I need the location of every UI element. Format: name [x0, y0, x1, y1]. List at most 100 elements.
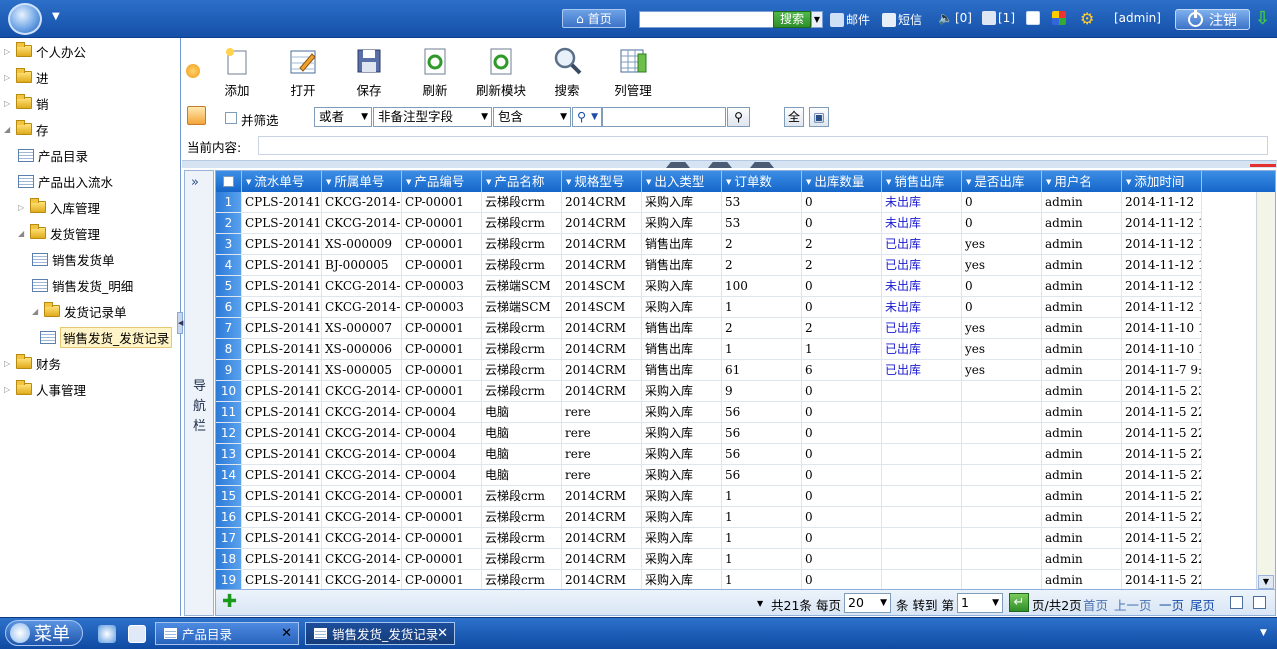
sort-triangle-icon[interactable]: ▼: [886, 178, 891, 186]
sidebar-item[interactable]: 销售发货_明细: [32, 275, 133, 295]
select-all-button[interactable]: 全: [784, 107, 804, 127]
save-button[interactable]: 保存: [339, 46, 399, 99]
sort-triangle-icon[interactable]: ▼: [486, 178, 491, 186]
page-select[interactable]: 1 ▼: [957, 593, 1003, 613]
column-header[interactable]: ▼ 所属单号: [322, 171, 402, 192]
chevron-down-icon[interactable]: ▼: [52, 11, 60, 22]
sound-button[interactable]: 🔈 [0]: [938, 11, 972, 25]
sort-triangle-icon[interactable]: ▼: [566, 178, 571, 186]
sort-triangle-icon[interactable]: ▼: [646, 178, 651, 186]
sidebar-item[interactable]: ▷ 人事管理: [4, 379, 86, 399]
splitter-tab[interactable]: [750, 162, 774, 168]
chevron-down-icon[interactable]: ▼: [1260, 628, 1267, 638]
layout-grid-icon[interactable]: [1253, 596, 1266, 609]
filter-search-button[interactable]: ⚲: [727, 107, 750, 127]
sidebar-item[interactable]: ▷ 销: [4, 93, 49, 113]
sms-button[interactable]: 短信: [882, 11, 922, 28]
column-header[interactable]: ▼ 出库数量: [802, 171, 882, 192]
column-manage-button[interactable]: 列管理: [603, 46, 663, 99]
column-header[interactable]: ▼ 产品编号: [402, 171, 482, 192]
table-row[interactable]: 17CPLS-201411-0CKCG-2014-00CP-00001云梯段cr…: [216, 528, 1231, 549]
splitter-tab[interactable]: [666, 162, 690, 168]
sidebar-item[interactable]: ▷ 进: [4, 67, 49, 87]
theme-button[interactable]: [1052, 11, 1066, 25]
settings-button[interactable]: ⚙: [1080, 9, 1094, 28]
goto-page-button[interactable]: ↵: [1009, 593, 1029, 612]
expand-toggle-icon[interactable]: ▷: [4, 385, 12, 394]
logic-select[interactable]: 或者 ▼: [314, 107, 372, 127]
mail-button[interactable]: 邮件: [830, 11, 870, 28]
top-search-button[interactable]: 搜索: [773, 11, 811, 28]
column-header[interactable]: ▼ 流水单号: [242, 171, 322, 192]
app-logo-icon[interactable]: [8, 3, 42, 35]
scrollbar-thumb[interactable]: [1258, 192, 1274, 589]
table-row[interactable]: 13CPLS-201411-0CKCG-2014-00CP-0004电脑rere…: [216, 444, 1231, 465]
sort-triangle-icon[interactable]: ▼: [726, 178, 731, 186]
expand-toggle-icon[interactable]: ▷: [18, 203, 26, 212]
filter-settings-icon[interactable]: [187, 106, 206, 125]
table-row[interactable]: 8CPLS-201411-0XS-000006CP-00001云梯段crm201…: [216, 339, 1231, 360]
expand-toggle-icon[interactable]: ▷: [4, 359, 12, 368]
sidebar-item[interactable]: 销售发货单: [32, 249, 115, 269]
notice-button[interactable]: [1]: [982, 11, 1015, 25]
task-tab-0[interactable]: 产品目录 ✕: [155, 622, 299, 645]
window-button[interactable]: [1026, 11, 1040, 25]
column-header[interactable]: ▼ 规格型号: [562, 171, 642, 192]
add-button[interactable]: 添加: [207, 46, 267, 99]
column-header[interactable]: ▼ 产品名称: [482, 171, 562, 192]
logout-button[interactable]: 注销: [1175, 9, 1250, 30]
splitter-tab[interactable]: [708, 162, 732, 168]
expand-toggle-icon[interactable]: ◢: [4, 125, 12, 134]
table-row[interactable]: 19CPLS-201411-0CKCG-2014-00CP-00001云梯段cr…: [216, 570, 1231, 589]
table-row[interactable]: 10CPLS-201411-0CKCG-2014-00CP-00001云梯段cr…: [216, 381, 1231, 402]
sort-triangle-icon[interactable]: ▼: [246, 178, 251, 186]
table-row[interactable]: 18CPLS-201411-0CKCG-2014-00CP-00001云梯段cr…: [216, 549, 1231, 570]
close-icon[interactable]: ✕: [437, 626, 448, 641]
table-row[interactable]: 11CPLS-201411-0CKCG-2014-00CP-0004电脑rere…: [216, 402, 1231, 423]
sort-triangle-icon[interactable]: ▼: [1126, 178, 1131, 186]
start-menu-button[interactable]: 菜单: [5, 620, 83, 646]
column-header[interactable]: ▼ 出入类型: [642, 171, 722, 192]
table-row[interactable]: 15CPLS-201411-0CKCG-2014-00CP-00001云梯段cr…: [216, 486, 1231, 507]
arrow-down-icon[interactable]: ⇩: [1255, 8, 1270, 29]
operator-select[interactable]: 包含 ▼: [493, 107, 571, 127]
scroll-down-icon[interactable]: ▼: [1258, 575, 1274, 589]
sidebar-item[interactable]: 产品出入流水: [18, 171, 113, 191]
table-row[interactable]: 6CPLS-201411-0CKCG-2014-00CP-00003云梯端SCM…: [216, 297, 1231, 318]
select-all-checkbox[interactable]: [216, 171, 242, 192]
desktop-icon[interactable]: [98, 625, 116, 643]
table-row[interactable]: 16CPLS-201411-0CKCG-2014-00CP-00001云梯段cr…: [216, 507, 1231, 528]
sidebar-item[interactable]: 产品目录: [18, 145, 88, 165]
add-row-button[interactable]: ✚: [222, 593, 237, 611]
table-row[interactable]: 2CPLS-201411-0CKCG-2014-01CP-00001云梯段crm…: [216, 213, 1231, 234]
table-row[interactable]: 3CPLS-201411-0XS-000009CP-00001云梯段crm201…: [216, 234, 1231, 255]
open-button[interactable]: 打开: [273, 46, 333, 99]
sidebar-item[interactable]: ◢ 发货记录单: [32, 301, 127, 321]
sort-triangle-icon[interactable]: ▼: [806, 178, 811, 186]
table-row[interactable]: 9CPLS-201411-0XS-000005CP-00001云梯段crm201…: [216, 360, 1231, 381]
table-row[interactable]: 7CPLS-201411-0XS-000007CP-00001云梯段crm201…: [216, 318, 1231, 339]
sidebar-item[interactable]: ◢ 发货管理: [18, 223, 100, 243]
sort-triangle-icon[interactable]: ▼: [1046, 178, 1051, 186]
expand-toggle-icon[interactable]: ◢: [32, 307, 40, 316]
column-header[interactable]: ▼ 添加时间: [1122, 171, 1202, 192]
first-page-link[interactable]: 首页: [1083, 595, 1108, 614]
search-button[interactable]: 搜索: [537, 46, 597, 99]
close-icon[interactable]: ✕: [281, 626, 292, 641]
prev-page-link[interactable]: 上一页: [1114, 595, 1152, 614]
table-row[interactable]: 5CPLS-201411-0CKCG-2014-01CP-00003云梯端SCM…: [216, 276, 1231, 297]
table-row[interactable]: 1CPLS-201411-CKCG-2014-CP-00001云梯段crm201…: [216, 192, 1231, 213]
next-page-link[interactable]: 一页: [1159, 595, 1184, 614]
sidebar-collapse-handle[interactable]: ◀: [177, 312, 183, 334]
search-mode-select[interactable]: ⚲ ▼: [572, 107, 602, 127]
sort-triangle-icon[interactable]: ▼: [966, 178, 971, 186]
sidebar-item[interactable]: ▷ 入库管理: [18, 197, 100, 217]
filter-value-input[interactable]: [602, 107, 726, 127]
expand-toggle-icon[interactable]: ▷: [4, 47, 12, 56]
nav-strip[interactable]: » 导航栏: [184, 170, 214, 616]
refresh-module-button[interactable]: 刷新模块: [471, 46, 531, 99]
search-scope-dropdown[interactable]: ▼: [811, 11, 823, 28]
column-header[interactable]: ▼ 订单数: [722, 171, 802, 192]
field-select[interactable]: 非备注型字段 ▼: [373, 107, 492, 127]
refresh-button[interactable]: 刷新: [405, 46, 465, 99]
